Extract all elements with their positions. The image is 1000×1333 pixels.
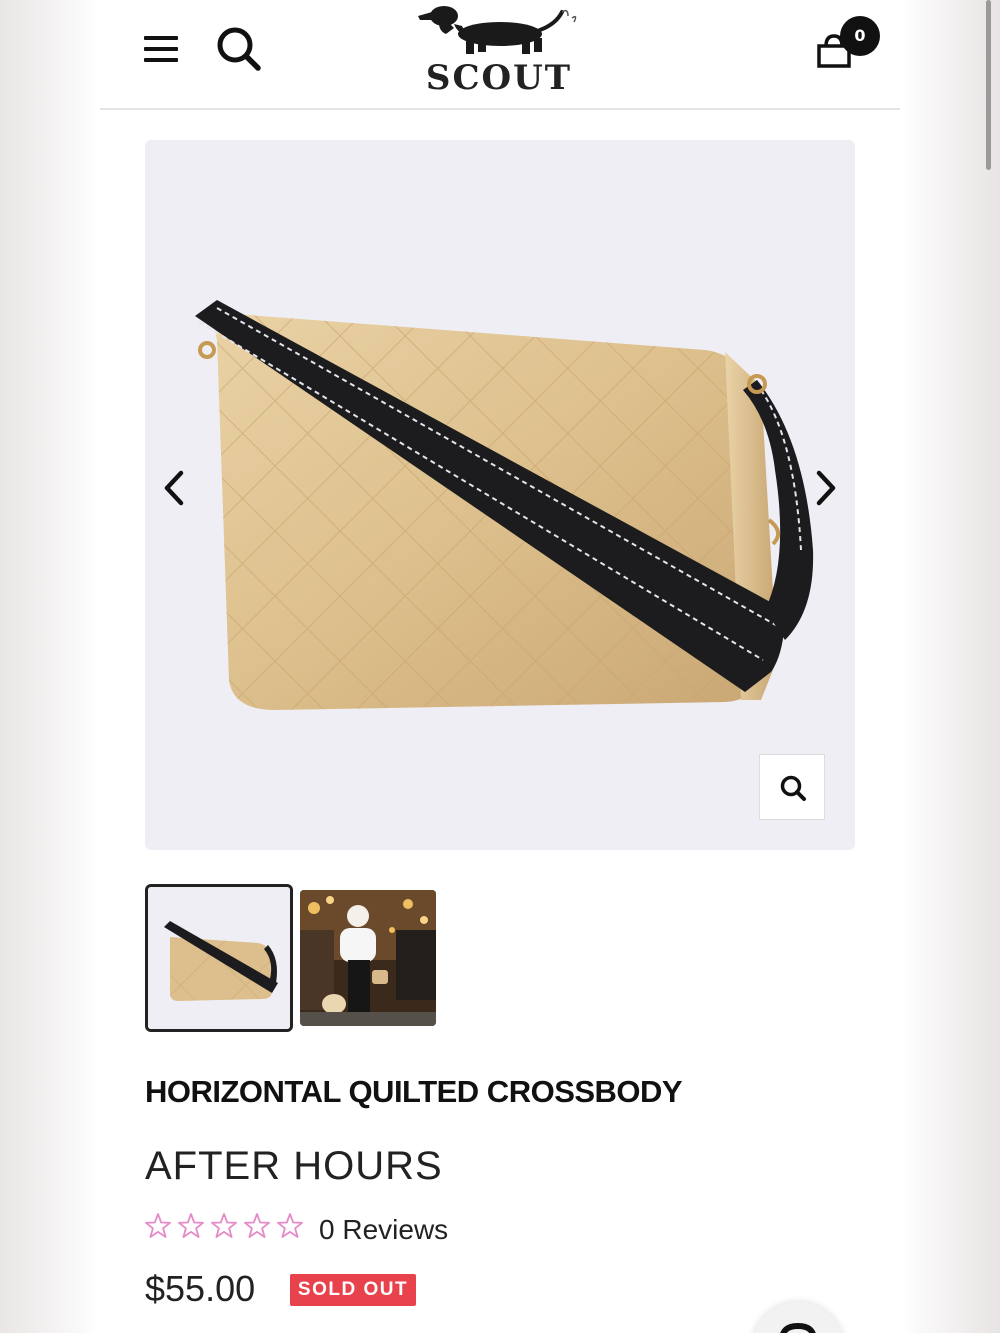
product-image bbox=[145, 140, 855, 850]
thumbnail-image bbox=[300, 890, 436, 1026]
thumbnail-image bbox=[148, 887, 290, 1029]
product-price: $55.00 bbox=[145, 1268, 256, 1309]
product-title: HORIZONTAL QUILTED CROSSBODY bbox=[145, 1074, 683, 1109]
cart-count-badge: 0 bbox=[840, 16, 880, 56]
gallery-thumbnail[interactable] bbox=[145, 884, 293, 1032]
logo-wordmark: SCOUT bbox=[425, 58, 573, 98]
dachshund-logo-icon bbox=[418, 6, 577, 54]
site-logo[interactable]: SCOUT bbox=[396, 0, 606, 100]
zoom-button[interactable] bbox=[759, 754, 825, 820]
gallery-thumbnail[interactable] bbox=[300, 890, 436, 1026]
chevron-right-icon bbox=[816, 470, 836, 506]
product-image-gallery bbox=[145, 140, 855, 850]
page-scrollbar[interactable] bbox=[986, 0, 991, 170]
chat-button[interactable] bbox=[752, 1302, 844, 1333]
cart-button[interactable]: 0 bbox=[814, 16, 884, 76]
reviews-link[interactable]: 0 Reviews bbox=[319, 1214, 448, 1246]
product-page: SCOUT 0 HORIZONTAL QUILTED CROSSBODY AFT… bbox=[100, 0, 991, 1333]
chevron-left-icon bbox=[164, 470, 184, 506]
menu-icon[interactable] bbox=[144, 34, 180, 64]
gallery-prev-arrow[interactable] bbox=[155, 465, 195, 511]
gallery-next-arrow[interactable] bbox=[805, 465, 845, 511]
star-rating-icon[interactable] bbox=[145, 1212, 305, 1242]
search-icon[interactable] bbox=[214, 24, 262, 72]
chat-icon bbox=[780, 1322, 816, 1333]
site-header: SCOUT 0 bbox=[100, 0, 900, 110]
sold-out-badge: SOLD OUT bbox=[290, 1274, 416, 1306]
search-icon bbox=[780, 775, 806, 801]
product-variant: AFTER HOURS bbox=[145, 1144, 443, 1188]
